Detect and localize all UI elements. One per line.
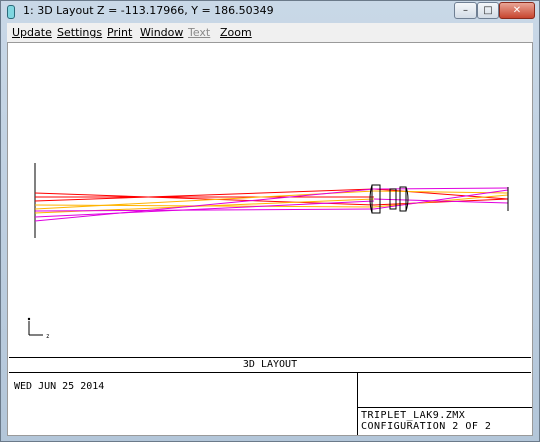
layout-drawing: z [27,163,509,340]
app-icon [7,5,15,19]
ray [373,188,509,200]
menu-window[interactable]: Window [140,26,183,39]
axis-origin-marker [27,317,31,321]
menu-bar: Update Settings Print Window Text Zoom [7,23,533,43]
ray-bundle-field1 [34,188,509,206]
axis-indicator: z [27,317,50,340]
plot-date: WED JUN 25 2014 [14,381,105,392]
menu-zoom[interactable]: Zoom [220,26,252,39]
window-title: 1: 3D Layout Z = -113.17966, Y = 186.503… [23,4,274,17]
info-divider [357,373,358,435]
plot-file-info: TRIPLET_LAK9.ZMX CONFIGURATION 2 OF 2 [361,410,491,432]
plot-filename: TRIPLET_LAK9.ZMX [361,410,466,421]
menu-print[interactable]: Print [107,26,132,39]
maximize-button[interactable]: □ [477,2,499,19]
menu-settings[interactable]: Settings [57,26,102,39]
minimize-button[interactable]: – [454,2,477,19]
menu-update[interactable]: Update [12,26,52,39]
menu-text: Text [188,26,211,39]
plot-caption: 3D LAYOUT [9,357,531,373]
layout-canvas[interactable]: z 3D LAYOUT WED JUN 25 2014 TRIPLET_LAK9… [7,42,533,436]
app-window: 1: 3D Layout Z = -113.17966, Y = 186.503… [0,0,540,442]
plot-configuration: CONFIGURATION 2 OF 2 [361,421,492,432]
close-button[interactable]: ✕ [499,2,535,19]
axis-z-label: z [46,333,50,340]
title-bar[interactable]: 1: 3D Layout Z = -113.17966, Y = 186.503… [1,1,539,22]
info-divider-horizontal [357,407,532,408]
